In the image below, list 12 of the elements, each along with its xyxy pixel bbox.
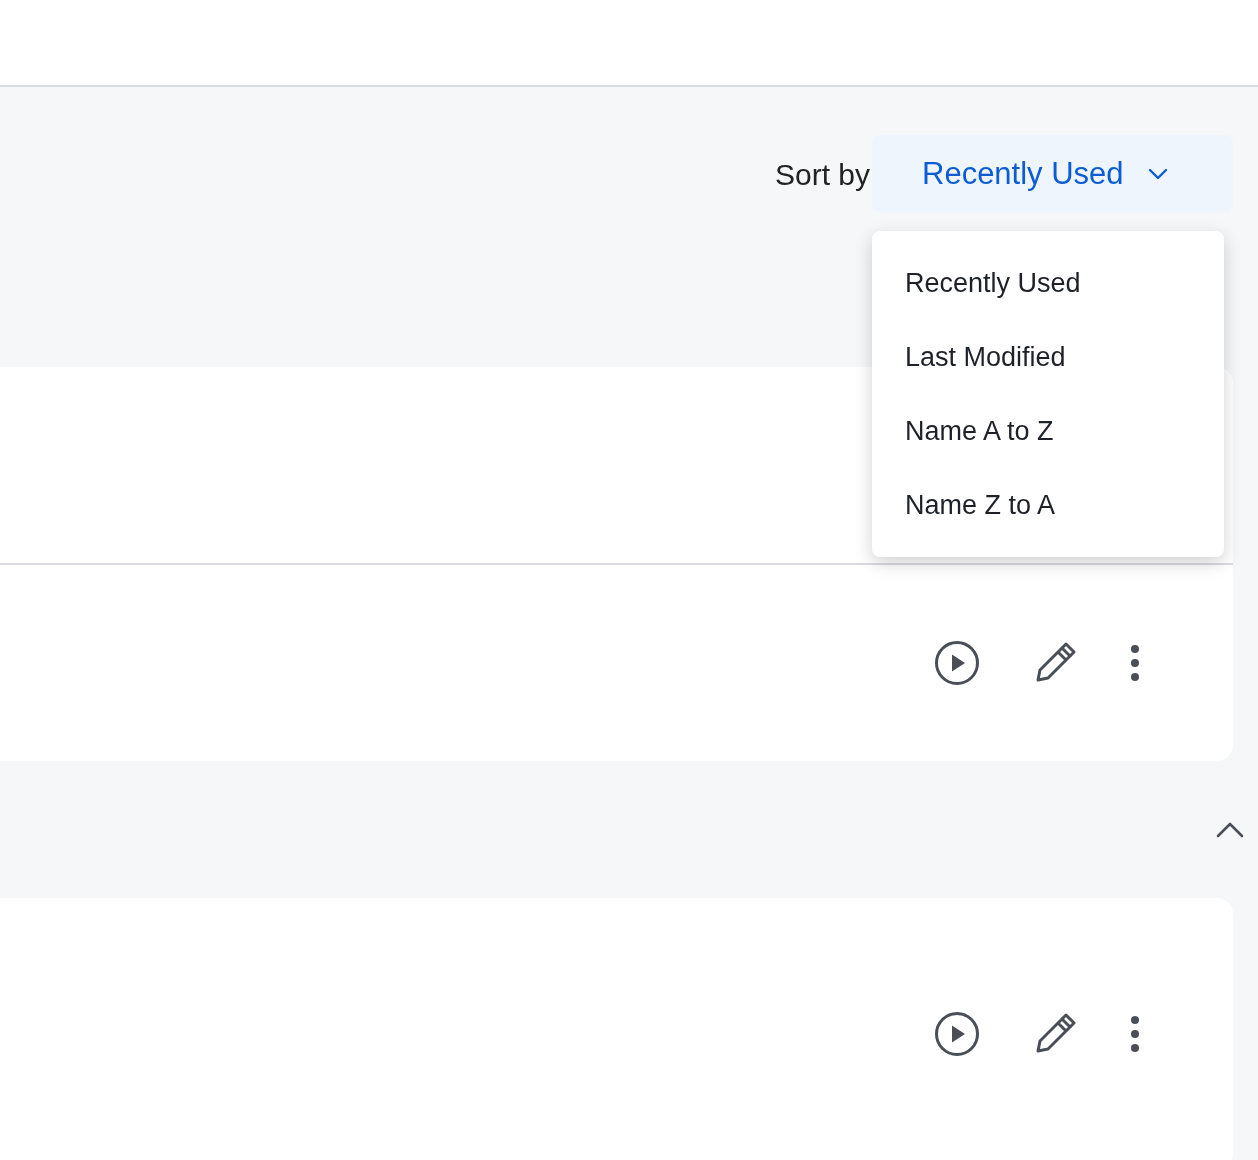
more-options-icon[interactable] [1130, 644, 1140, 682]
menu-item[interactable]: Name A to Z [872, 394, 1224, 468]
menu-item[interactable]: Last Modified [872, 320, 1224, 394]
sort-label: Sort by [774, 156, 870, 192]
sort-dropdown[interactable]: Recently Used [872, 135, 1233, 212]
play-icon[interactable] [934, 640, 980, 686]
play-icon[interactable] [934, 1011, 980, 1057]
menu-item[interactable]: Name Z to A [872, 468, 1224, 542]
menu-item[interactable]: Recently Used [872, 246, 1224, 320]
chevron-up-icon[interactable] [1216, 821, 1244, 838]
chevron-down-icon[interactable] [1147, 167, 1168, 180]
more-options-icon[interactable] [1130, 1015, 1140, 1053]
